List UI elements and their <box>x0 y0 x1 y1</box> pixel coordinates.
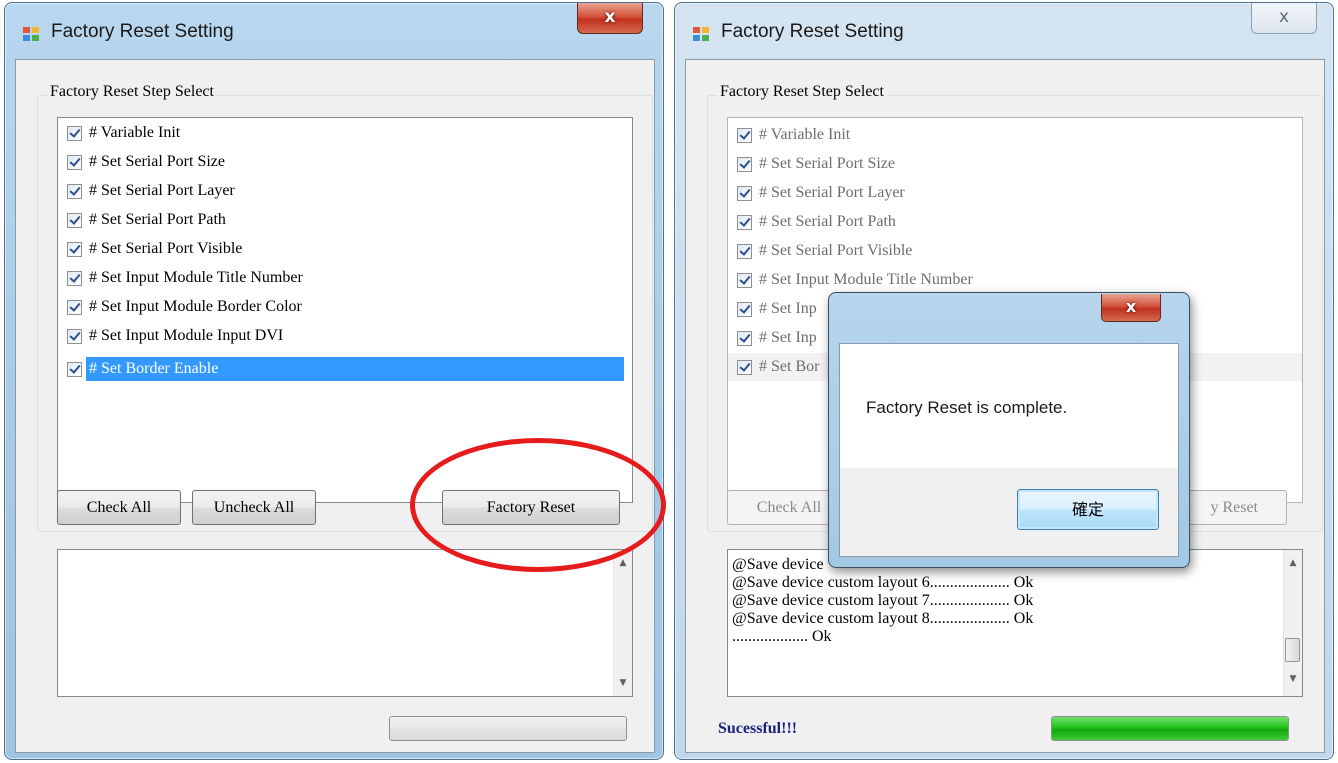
checkbox <box>737 128 752 143</box>
list-item-selected[interactable]: # Set Border Enable <box>58 355 624 383</box>
scroll-up-icon[interactable]: ▲ <box>1284 554 1302 572</box>
checkbox <box>737 302 752 317</box>
checkbox[interactable] <box>67 213 82 228</box>
progress-bar <box>389 716 627 741</box>
factory-reset-button[interactable]: Factory Reset <box>442 490 620 525</box>
progress-fill <box>1052 717 1288 740</box>
completion-dialog: x Factory Reset is complete. 確定 <box>828 292 1190 568</box>
scroll-down-icon[interactable]: ▼ <box>1284 670 1302 688</box>
title-bar[interactable]: Factory Reset Setting x <box>5 3 663 53</box>
message-area: Factory Reset is complete. <box>840 344 1178 468</box>
log-line: @Save device <box>732 556 824 573</box>
dialog-message: Factory Reset is complete. <box>866 398 1068 417</box>
list-item: # Set Serial Port Visible <box>728 237 1293 265</box>
close-button[interactable]: x <box>1251 3 1317 34</box>
scroll-thumb[interactable] <box>1285 638 1300 662</box>
checkbox[interactable] <box>67 300 82 315</box>
checkbox[interactable] <box>67 329 82 344</box>
log-line: @Save device custom layout 6............… <box>732 574 1034 591</box>
scroll-down-icon[interactable]: ▼ <box>614 674 632 692</box>
close-button[interactable]: x <box>1101 294 1161 322</box>
window-title: Factory Reset Setting <box>721 21 904 42</box>
log-output[interactable]: @Save device @Save device custom layout … <box>727 549 1303 697</box>
checkbox[interactable] <box>67 271 82 286</box>
checkbox[interactable] <box>67 242 82 257</box>
check-all-button[interactable]: Check All <box>57 490 181 525</box>
list-item[interactable]: # Set Serial Port Visible <box>58 235 623 263</box>
ok-button[interactable]: 確定 <box>1017 489 1159 530</box>
list-item: # Set Serial Port Size <box>728 150 1293 178</box>
list-item: # Set Input Module Title Number <box>728 266 1293 294</box>
progress-bar <box>1051 716 1289 741</box>
checkbox <box>737 244 752 259</box>
factory-reset-window-left: Factory Reset Setting x Factory Reset St… <box>4 2 664 760</box>
title-bar[interactable]: Factory Reset Setting x <box>675 3 1333 53</box>
close-button[interactable]: x <box>577 3 643 34</box>
list-item[interactable]: # Set Input Module Input DVI <box>58 322 623 350</box>
log-line: @Save device custom layout 7............… <box>732 592 1034 609</box>
list-item[interactable]: # Set Serial Port Size <box>58 148 623 176</box>
checkbox <box>737 157 752 172</box>
checkbox <box>737 215 752 230</box>
checkbox[interactable] <box>67 184 82 199</box>
log-line: ................... Ok <box>732 628 832 645</box>
checkbox[interactable] <box>67 126 82 141</box>
checkbox[interactable] <box>67 155 82 170</box>
list-item: # Set Serial Port Path <box>728 208 1293 236</box>
list-item[interactable]: # Set Serial Port Layer <box>58 177 623 205</box>
list-item[interactable]: # Set Serial Port Path <box>58 206 623 234</box>
window-title: Factory Reset Setting <box>51 21 234 42</box>
checkbox <box>737 360 752 375</box>
list-item: # Variable Init <box>728 121 1293 149</box>
app-icon <box>693 27 711 43</box>
list-item[interactable]: # Variable Init <box>58 119 623 147</box>
vertical-scrollbar[interactable]: ▲ ▼ <box>1283 550 1302 696</box>
list-item: # Set Serial Port Layer <box>728 179 1293 207</box>
group-label: Factory Reset Step Select <box>47 83 217 101</box>
scroll-up-icon[interactable]: ▲ <box>614 554 632 572</box>
checkbox[interactable] <box>67 362 82 377</box>
log-output[interactable]: ▲ ▼ <box>57 549 633 697</box>
group-label: Factory Reset Step Select <box>717 83 887 101</box>
checkbox <box>737 331 752 346</box>
dialog-client-area: Factory Reset is complete. 確定 <box>839 343 1179 557</box>
list-item[interactable]: # Set Input Module Title Number <box>58 264 623 292</box>
app-icon <box>23 27 41 43</box>
checkbox <box>737 186 752 201</box>
uncheck-all-button[interactable]: Uncheck All <box>192 490 316 525</box>
list-item[interactable]: # Set Input Module Border Color <box>58 293 623 321</box>
log-line: @Save device custom layout 8............… <box>732 610 1034 627</box>
checkbox <box>737 273 752 288</box>
vertical-scrollbar[interactable]: ▲ ▼ <box>613 550 632 696</box>
status-text: Sucessful!!! <box>718 720 798 737</box>
step-checklist[interactable]: # Variable Init # Set Serial Port Size #… <box>57 117 633 503</box>
